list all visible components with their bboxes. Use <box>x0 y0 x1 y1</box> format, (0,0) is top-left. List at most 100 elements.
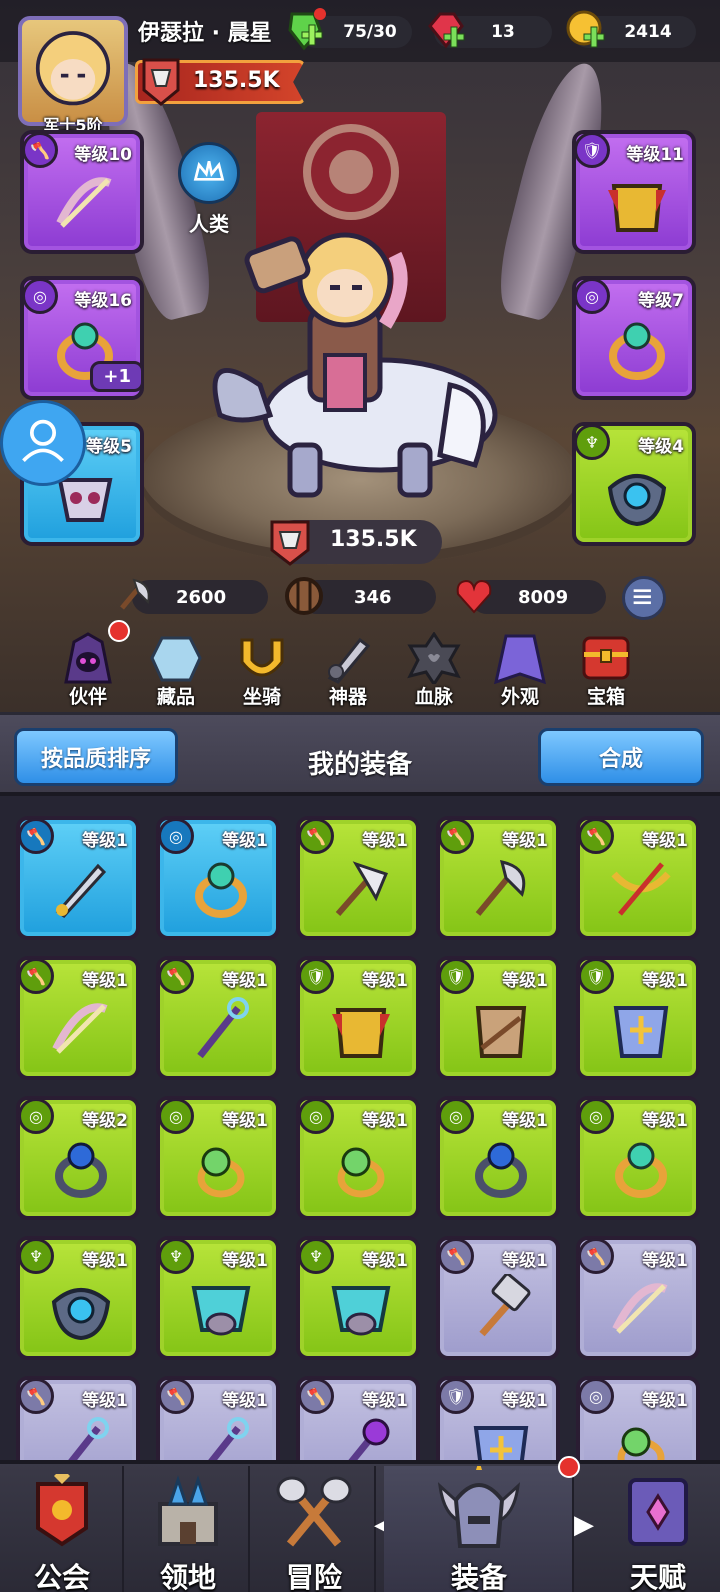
nav-label: 天赋 <box>629 1561 686 1592</box>
inventory-item[interactable]: 🪓 等级1 <box>436 816 560 940</box>
slot-level: 等级7 <box>638 291 684 311</box>
attack-axe-icon <box>120 578 150 610</box>
inventory-item[interactable]: 🪓 等级1 <box>576 1236 700 1360</box>
slot-level: 等级1 <box>222 1111 268 1131</box>
slot-level: 等级1 <box>222 1391 268 1411</box>
equip-slot-amulet[interactable]: ♆ 等级4 <box>572 422 696 546</box>
heart-icon <box>456 579 492 614</box>
inventory-item[interactable]: 🪓 等级1 <box>576 816 700 940</box>
equip-slot-armor[interactable]: 🛡 等级11 <box>572 130 696 254</box>
inventory-item[interactable]: ◎ 等级1 <box>576 1376 700 1460</box>
inventory-item[interactable]: ◎ 等级1 <box>576 1096 700 1220</box>
inventory-item[interactable]: ♆ 等级1 <box>16 1236 140 1360</box>
weapon-type-icon: 🪓 <box>158 1378 194 1414</box>
weapon-type-icon: 🪓 <box>158 958 194 994</box>
equip-slot-weapon[interactable]: 🪓 等级10 <box>20 130 144 254</box>
orb-staff-icon <box>348 1418 390 1460</box>
slot-level: 等级10 <box>74 145 132 165</box>
bow-icon <box>52 1003 108 1054</box>
slot-level: 等级1 <box>502 1391 548 1411</box>
menu-label: 神器 <box>328 686 367 708</box>
slot-level: 等级1 <box>362 1251 408 1271</box>
armor-type-icon: 🛡 <box>578 958 614 994</box>
combine-button[interactable]: 合成 <box>538 728 704 786</box>
ring-icon <box>609 322 665 380</box>
inventory-scroll-area[interactable]: 🪓 等级1 ◎ 等级1 🪓 等级1 🪓 等级1 🪓 等级1 🪓 等级1 🪓 等级1 🛡 等级1 🛡 等级1 🛡 等级1… <box>0 792 720 1460</box>
inventory-item[interactable]: 🪓 等级1 <box>156 956 280 1080</box>
slot-level: 等级1 <box>82 971 128 991</box>
ring-type-icon: ◎ <box>158 1098 194 1134</box>
inventory-item[interactable]: ◎ 等级1 <box>156 1096 280 1220</box>
sort-by-quality-button[interactable]: 按品质排序 <box>14 728 178 786</box>
menu-companion[interactable]: 伙伴 <box>48 620 130 712</box>
nav-territory[interactable]: 领地 <box>126 1466 250 1592</box>
artifact-blade-icon <box>327 637 371 684</box>
inventory-item[interactable]: 🛡 等级1 <box>576 956 700 1080</box>
inventory-item[interactable]: 🪓 等级1 <box>156 1376 280 1460</box>
menu-treasure-chest[interactable]: 宝箱 <box>566 632 646 712</box>
amulet-type-icon: ♆ <box>574 424 610 460</box>
inventory-item[interactable]: ◎ 等级1 <box>436 1096 560 1220</box>
bow-icon <box>56 177 112 228</box>
inventory-item[interactable]: 🛡 等级1 <box>436 1376 560 1460</box>
weapon-type-icon: 🪓 <box>18 818 54 854</box>
slot-level: 等级5 <box>86 437 132 457</box>
equip-slot-ring-2[interactable]: ◎ 等级7 <box>572 276 696 400</box>
horseshoe-icon <box>240 638 284 677</box>
inventory-item[interactable]: 🪓 等级1 <box>436 1236 560 1360</box>
add-gems-icon[interactable] <box>424 8 468 52</box>
ring-icon <box>195 862 247 918</box>
menu-bloodline[interactable]: 血脉 <box>394 632 474 712</box>
hero-character[interactable] <box>200 225 520 510</box>
slot-level: 等级1 <box>362 1111 408 1131</box>
menu-artifact[interactable]: 神器 <box>308 632 388 712</box>
chestplate-icon <box>608 184 666 232</box>
ring-type-icon: ◎ <box>578 1098 614 1134</box>
defense-shield-icon <box>285 577 323 615</box>
nav-guild[interactable]: 公会 <box>0 1466 124 1592</box>
inventory-item[interactable]: ◎ 等级2 <box>16 1096 140 1220</box>
nav-label: 公会 <box>33 1561 90 1592</box>
mask-icon <box>191 1286 251 1336</box>
orb-ring-icon <box>337 1147 385 1198</box>
weapon-type-icon: 🪓 <box>22 132 58 168</box>
menu-appearance[interactable]: 外观 <box>480 632 560 712</box>
inventory-item[interactable]: 🛡 等级1 <box>296 956 420 1080</box>
ring-type-icon: ◎ <box>298 1098 334 1134</box>
menu-mount[interactable]: 坐骑 <box>222 632 302 712</box>
weapon-type-icon: 🪓 <box>298 818 334 854</box>
menu-label: 外观 <box>500 686 539 708</box>
player-avatar[interactable] <box>18 16 128 126</box>
inventory-item[interactable]: 🪓 等级1 <box>16 956 140 1080</box>
stats-detail-button[interactable] <box>622 576 666 620</box>
cape-icon <box>494 634 546 684</box>
add-stamina-icon[interactable] <box>284 8 328 52</box>
ring-type-icon: ◎ <box>158 818 194 854</box>
inventory-item[interactable]: 🪓 等级1 <box>296 816 420 940</box>
axe-icon <box>475 860 526 916</box>
inventory-item[interactable]: 🪓 等级1 <box>16 816 140 940</box>
hooded-companion-icon <box>64 632 112 684</box>
attack-value: 2600 <box>176 586 227 608</box>
equip-slot-ring-1[interactable]: ◎ 等级16 +1 <box>20 276 144 400</box>
tunic-icon <box>475 1006 527 1058</box>
inventory-item[interactable]: ◎ 等级1 <box>296 1096 420 1220</box>
menu-collection[interactable]: 藏品 <box>136 632 216 712</box>
nav-talent[interactable]: 天赋 <box>596 1466 720 1592</box>
inventory-item[interactable]: ♆ 等级1 <box>296 1236 420 1360</box>
list-icon <box>633 589 651 605</box>
inventory-item[interactable]: 🪓 等级1 <box>296 1376 420 1460</box>
ring-type-icon: ◎ <box>22 278 58 314</box>
inventory-item[interactable]: ◎ 等级1 <box>156 816 280 940</box>
inventory-item[interactable]: 🪓 等级1 <box>16 1376 140 1460</box>
nav-label: 领地 <box>159 1561 216 1592</box>
orb-ring-icon <box>197 1147 245 1198</box>
profile-side-button[interactable] <box>0 400 86 486</box>
race-badge-icon[interactable] <box>178 142 240 204</box>
add-gold-icon[interactable] <box>564 8 608 52</box>
nav-equipment[interactable]: 装备 <box>384 1456 580 1592</box>
inventory-item[interactable]: ♆ 等级1 <box>156 1236 280 1360</box>
plate-armor-icon <box>613 1006 669 1058</box>
inventory-item[interactable]: 🛡 等级1 <box>436 956 560 1080</box>
nav-adventure[interactable]: 冒险 <box>252 1466 376 1592</box>
